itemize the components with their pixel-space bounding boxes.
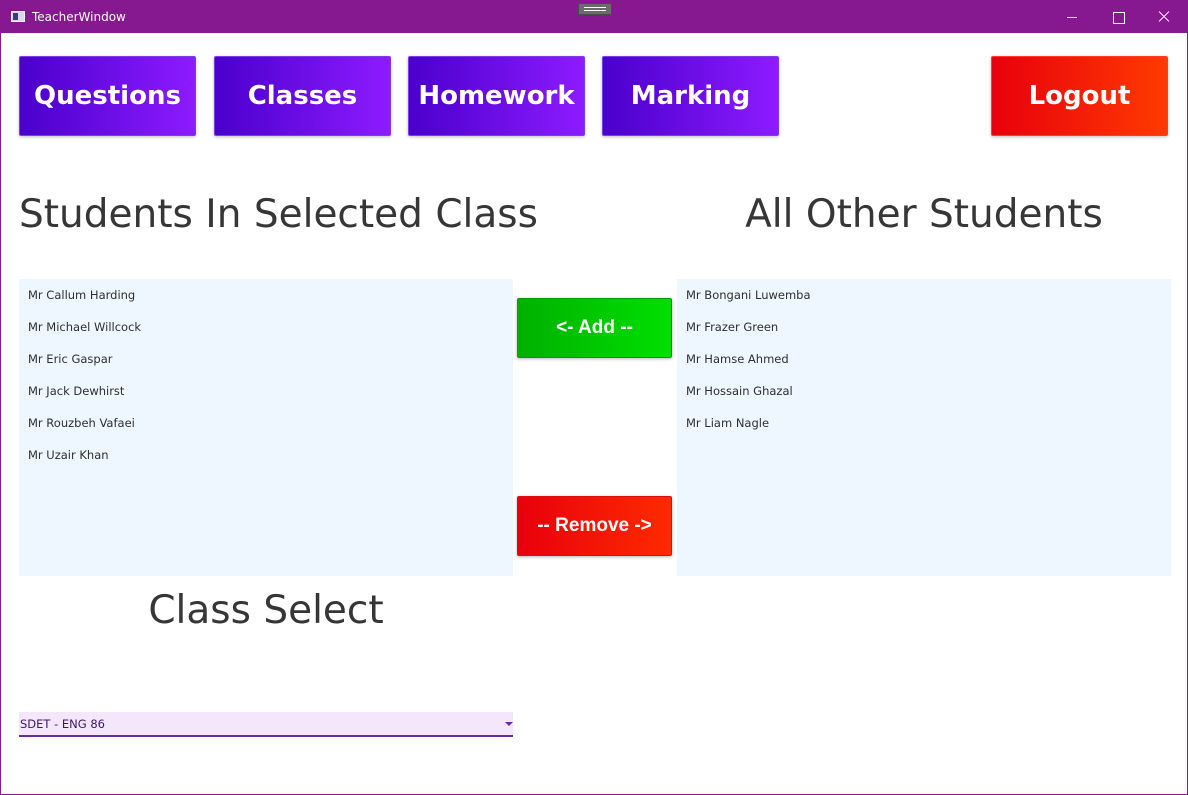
logout-button[interactable]: Logout [991,56,1168,136]
selected-class-heading: Students In Selected Class [19,192,538,237]
list-item[interactable]: Mr Uzair Khan [19,439,513,471]
chevron-down-icon[interactable] [505,722,513,726]
other-students-heading: All Other Students [745,192,1103,237]
marking-button[interactable]: Marking [602,56,779,136]
other-students-list[interactable]: Mr Bongani Luwemba Mr Frazer Green Mr Ha… [677,279,1171,576]
classes-button[interactable]: Classes [214,56,391,136]
list-item[interactable]: Mr Michael Willcock [19,311,513,343]
list-item[interactable]: Mr Hamse Ahmed [677,343,1171,375]
title-bar[interactable]: TeacherWindow [1,1,1187,33]
list-item[interactable]: Mr Hossain Ghazal [677,375,1171,407]
drag-handle-icon[interactable] [578,3,612,15]
class-select-dropdown[interactable]: SDET - ENG 86 [19,712,513,737]
list-item[interactable]: Mr Eric Gaspar [19,343,513,375]
window-title: TeacherWindow [32,10,126,24]
app-icon [11,11,25,22]
remove-student-button[interactable]: -- Remove -> [517,496,672,556]
list-item[interactable]: Mr Frazer Green [677,311,1171,343]
list-item[interactable]: Mr Jack Dewhirst [19,375,513,407]
add-student-button[interactable]: <- Add -- [517,298,672,358]
list-item[interactable]: Mr Liam Nagle [677,407,1171,439]
list-item[interactable]: Mr Callum Harding [19,279,513,311]
students-in-class-list[interactable]: Mr Callum Harding Mr Michael Willcock Mr… [19,279,513,576]
minimize-icon[interactable] [1049,1,1095,33]
questions-button[interactable]: Questions [19,56,196,136]
list-item[interactable]: Mr Rouzbeh Vafaei [19,407,513,439]
teacher-window: TeacherWindow Questions Classes Homework… [0,0,1188,795]
class-select-heading: Class Select [148,588,384,633]
close-icon[interactable] [1141,1,1187,33]
maximize-icon[interactable] [1095,1,1141,33]
class-select-value: SDET - ENG 86 [20,717,105,731]
homework-button[interactable]: Homework [408,56,585,136]
list-item[interactable]: Mr Bongani Luwemba [677,279,1171,311]
